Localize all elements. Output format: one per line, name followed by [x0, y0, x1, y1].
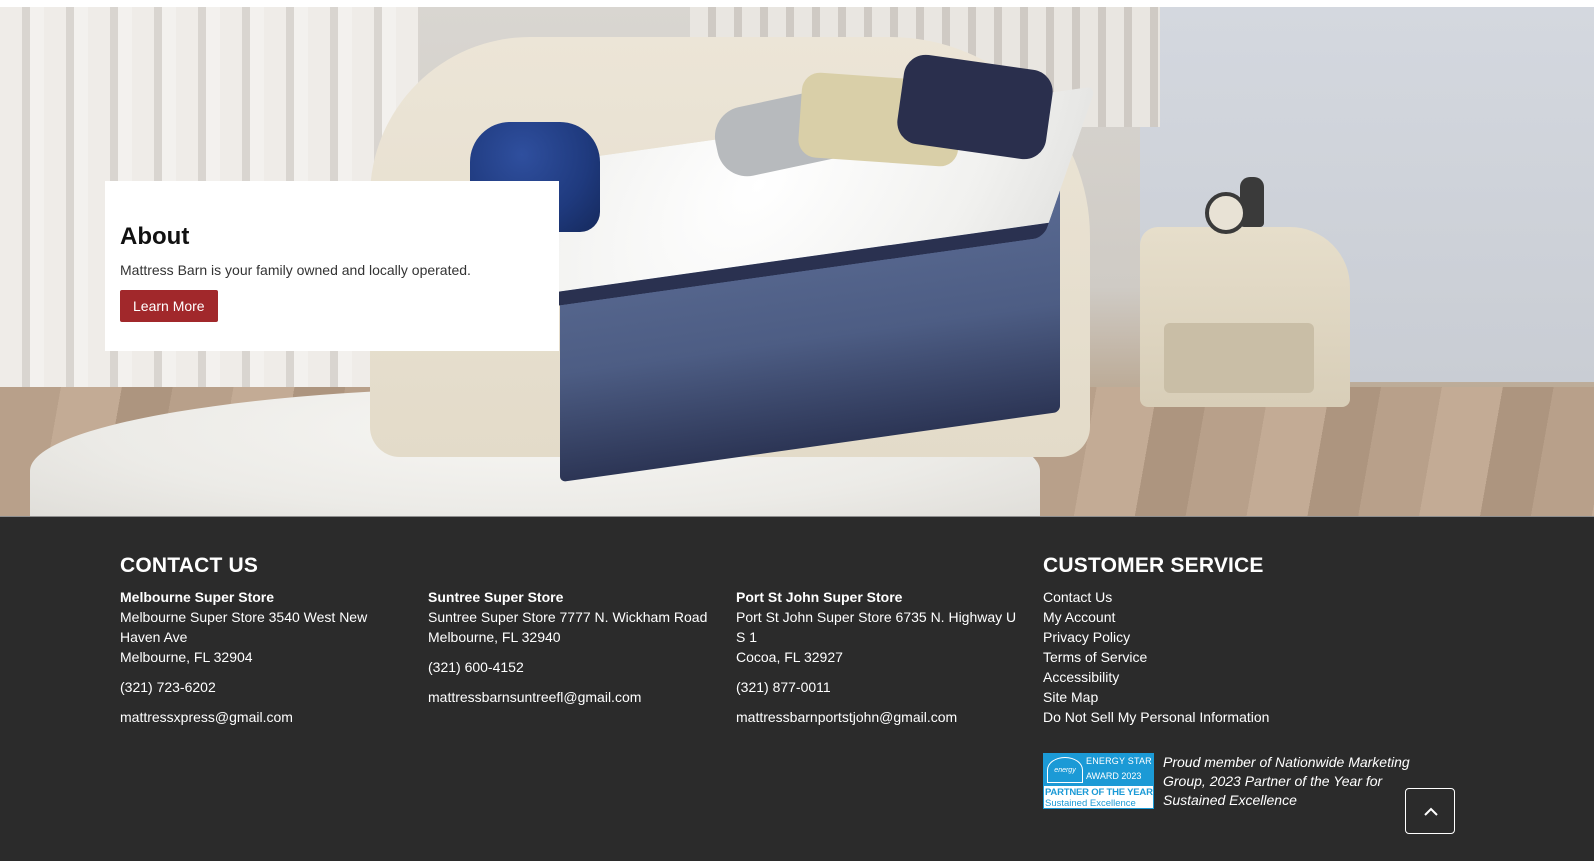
store-email-link[interactable]: mattressbarnsuntreefl@gmail.com [428, 687, 718, 707]
accessibility-link[interactable]: Accessibility [1043, 669, 1119, 685]
store-name: Melbourne Super Store [120, 589, 275, 605]
store-address: Melbourne Super Store 3540 West New Have… [120, 609, 368, 645]
store-suntree: Suntree Super Store Suntree Super Store … [428, 587, 718, 707]
about-text: Mattress Barn is your family owned and l… [120, 262, 471, 278]
my-account-link[interactable]: My Account [1043, 609, 1115, 625]
contact-us-heading: CONTACT US [120, 554, 259, 577]
badge-line: AWARD 2023 [1086, 771, 1142, 781]
site-footer: CONTACT US Melbourne Super Store Melbour… [0, 516, 1594, 861]
store-email-link[interactable]: mattressxpress@gmail.com [120, 707, 410, 727]
store-melbourne: Melbourne Super Store Melbourne Super St… [120, 587, 410, 727]
about-title: About [120, 223, 190, 250]
chevron-up-icon [1424, 807, 1438, 816]
hero-banner: About Mattress Barn is your family owned… [0, 7, 1594, 516]
badge-line: PARTNER OF THE YEAR [1045, 787, 1153, 798]
store-city: Melbourne, FL 32904 [120, 649, 253, 665]
list-item: Site Map [1043, 687, 1269, 707]
badge-line: ENERGY STAR [1086, 756, 1152, 766]
contact-us-link[interactable]: Contact Us [1043, 589, 1112, 605]
store-city: Melbourne, FL 32940 [428, 629, 561, 645]
customer-service-links: Contact Us My Account Privacy Policy Ter… [1043, 587, 1269, 727]
store-address: Suntree Super Store 7777 N. Wickham Road [428, 609, 708, 625]
list-item: Accessibility [1043, 667, 1269, 687]
badge-line: Sustained Excellence [1045, 798, 1136, 809]
store-phone-link[interactable]: (321) 723-6202 [120, 677, 410, 697]
list-item: Terms of Service [1043, 647, 1269, 667]
learn-more-button[interactable]: Learn More [120, 290, 218, 322]
store-port-st-john: Port St John Super Store Port St John Su… [736, 587, 1018, 727]
store-phone-link[interactable]: (321) 600-4152 [428, 657, 718, 677]
store-email-link[interactable]: mattressbarnportstjohn@gmail.com [736, 707, 1018, 727]
hero-clock [1205, 192, 1247, 234]
privacy-policy-link[interactable]: Privacy Policy [1043, 629, 1130, 645]
scroll-to-top-button[interactable] [1405, 788, 1455, 834]
energy-star-logo-icon: energy [1047, 757, 1083, 783]
site-map-link[interactable]: Site Map [1043, 689, 1098, 705]
do-not-sell-link[interactable]: Do Not Sell My Personal Information [1043, 709, 1269, 725]
energy-star-award-badge: energy ENERGY STAR AWARD 2023 PARTNER OF… [1043, 753, 1154, 809]
nationwide-member-text: Proud member of Nationwide Marketing Gro… [1163, 754, 1410, 808]
hero-nightstand-shelf [1164, 323, 1314, 393]
store-name: Suntree Super Store [428, 589, 564, 605]
store-city: Cocoa, FL 32927 [736, 649, 843, 665]
about-card: About Mattress Barn is your family owned… [105, 181, 559, 351]
customer-service-heading: CUSTOMER SERVICE [1043, 554, 1264, 577]
store-phone-link[interactable]: (321) 877-0011 [736, 677, 1018, 697]
store-name: Port St John Super Store [736, 589, 903, 605]
list-item: Privacy Policy [1043, 627, 1269, 647]
terms-of-service-link[interactable]: Terms of Service [1043, 649, 1147, 665]
list-item: Do Not Sell My Personal Information [1043, 707, 1269, 727]
hero-nightstand [1140, 227, 1350, 407]
list-item: Contact Us [1043, 587, 1269, 607]
store-address: Port St John Super Store 6735 N. Highway… [736, 609, 1017, 645]
list-item: My Account [1043, 607, 1269, 627]
